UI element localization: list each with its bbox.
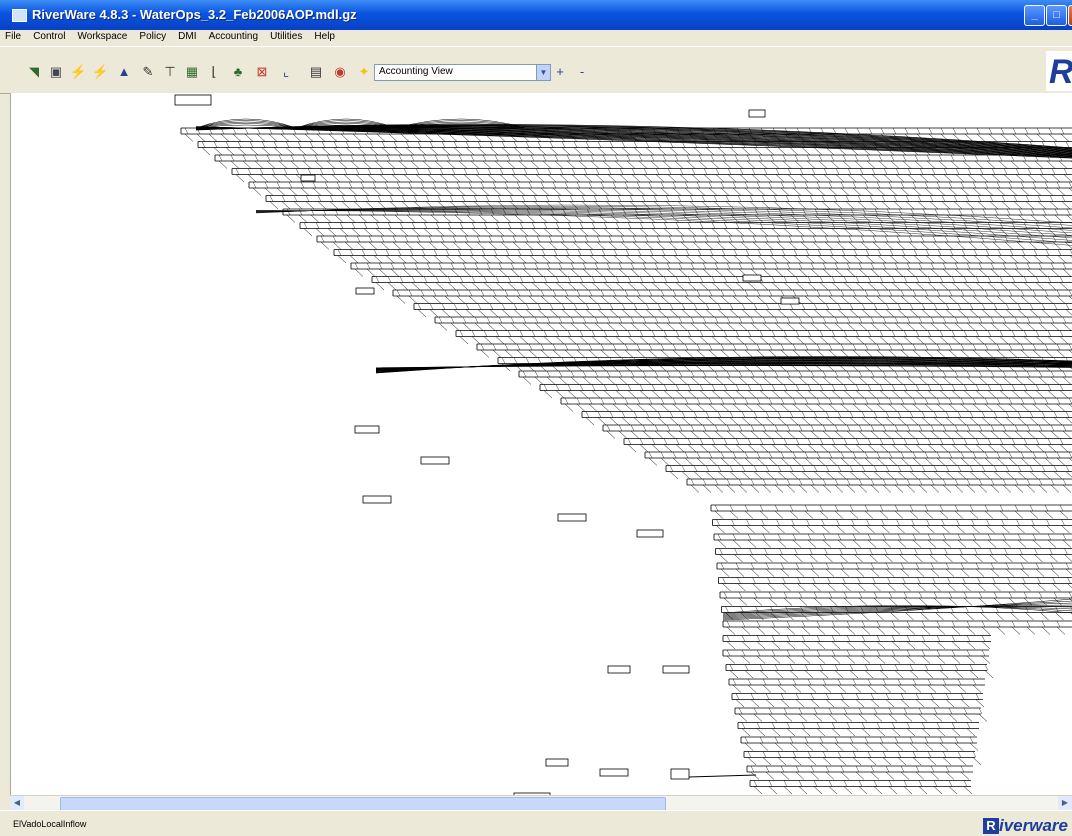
horizontal-scrollbar[interactable]: ◀ ▶ xyxy=(10,795,1072,810)
view-selector[interactable]: Accounting View ▼ xyxy=(374,64,551,81)
scrollbar-thumb[interactable] xyxy=(60,797,666,811)
status-text: ElVadoLocalInflow xyxy=(13,819,86,829)
chevron-down-icon[interactable]: ▼ xyxy=(536,65,550,80)
run-multiple-icon[interactable]: ⚡ xyxy=(92,65,108,79)
record-icon[interactable]: ◉ xyxy=(332,65,348,79)
view-selector-value: Accounting View xyxy=(379,66,453,77)
status-bar: ElVadoLocalInflow Riverware xyxy=(0,810,1072,836)
plot-icon[interactable]: ⌞ xyxy=(278,65,294,79)
menu-control[interactable]: Control xyxy=(28,30,69,42)
star-icon[interactable]: ✦ xyxy=(356,65,372,79)
table-icon[interactable]: ▦ xyxy=(184,65,200,79)
title-bar: RiverWare 4.8.3 - WaterOps_3.2_Feb2006AO… xyxy=(0,0,1072,30)
menu-bar: File Control Workspace Policy DMI Accoun… xyxy=(0,30,1072,46)
menu-policy[interactable]: Policy xyxy=(134,30,170,42)
zoom-in-icon[interactable]: + xyxy=(552,65,568,79)
menu-utilities[interactable]: Utilities xyxy=(265,30,306,42)
link-icon[interactable]: ⊤ xyxy=(162,65,178,79)
maximize-button[interactable]: □ xyxy=(1046,5,1067,26)
data-icon[interactable]: ▤ xyxy=(308,65,324,79)
network-diagram[interactable] xyxy=(11,93,1072,795)
scroll-left-icon[interactable]: ◀ xyxy=(10,796,24,810)
toolbar: ◥ ▣ ⚡ ⚡ ▲ ✎ ⊤ ▦ ⌊ ♣ ⊠ ⌞ ▤ ◉ ✦ Accounting… xyxy=(0,46,1072,94)
wand-icon[interactable]: ✎ xyxy=(140,65,156,79)
workspace-canvas[interactable] xyxy=(10,93,1072,795)
riverware-brand-logo: Riverware xyxy=(983,816,1068,834)
window-title: RiverWare 4.8.3 - WaterOps_3.2_Feb2006AO… xyxy=(32,7,357,22)
zoom-out-icon[interactable]: - xyxy=(574,65,590,79)
open-icon[interactable]: ◥ xyxy=(26,65,42,79)
hierarchy-icon[interactable]: ♣ xyxy=(230,65,246,79)
triangle-icon[interactable]: ▲ xyxy=(116,65,132,79)
save-icon[interactable]: ▣ xyxy=(48,65,64,79)
app-icon[interactable] xyxy=(12,9,27,22)
chart-icon[interactable]: ⊠ xyxy=(254,65,270,79)
minimize-button[interactable]: _ xyxy=(1024,5,1045,26)
menu-dmi[interactable]: DMI xyxy=(173,30,200,42)
scroll-right-icon[interactable]: ▶ xyxy=(1058,796,1072,810)
menu-accounting[interactable]: Accounting xyxy=(204,30,262,42)
close-button[interactable] xyxy=(1068,5,1072,26)
menu-file[interactable]: File xyxy=(0,30,25,42)
menu-help[interactable]: Help xyxy=(309,30,339,42)
series-icon[interactable]: ⌊ xyxy=(206,65,222,79)
riverware-logo: R xyxy=(1046,51,1072,91)
menu-workspace[interactable]: Workspace xyxy=(73,30,132,42)
run-icon[interactable]: ⚡ xyxy=(70,65,86,79)
